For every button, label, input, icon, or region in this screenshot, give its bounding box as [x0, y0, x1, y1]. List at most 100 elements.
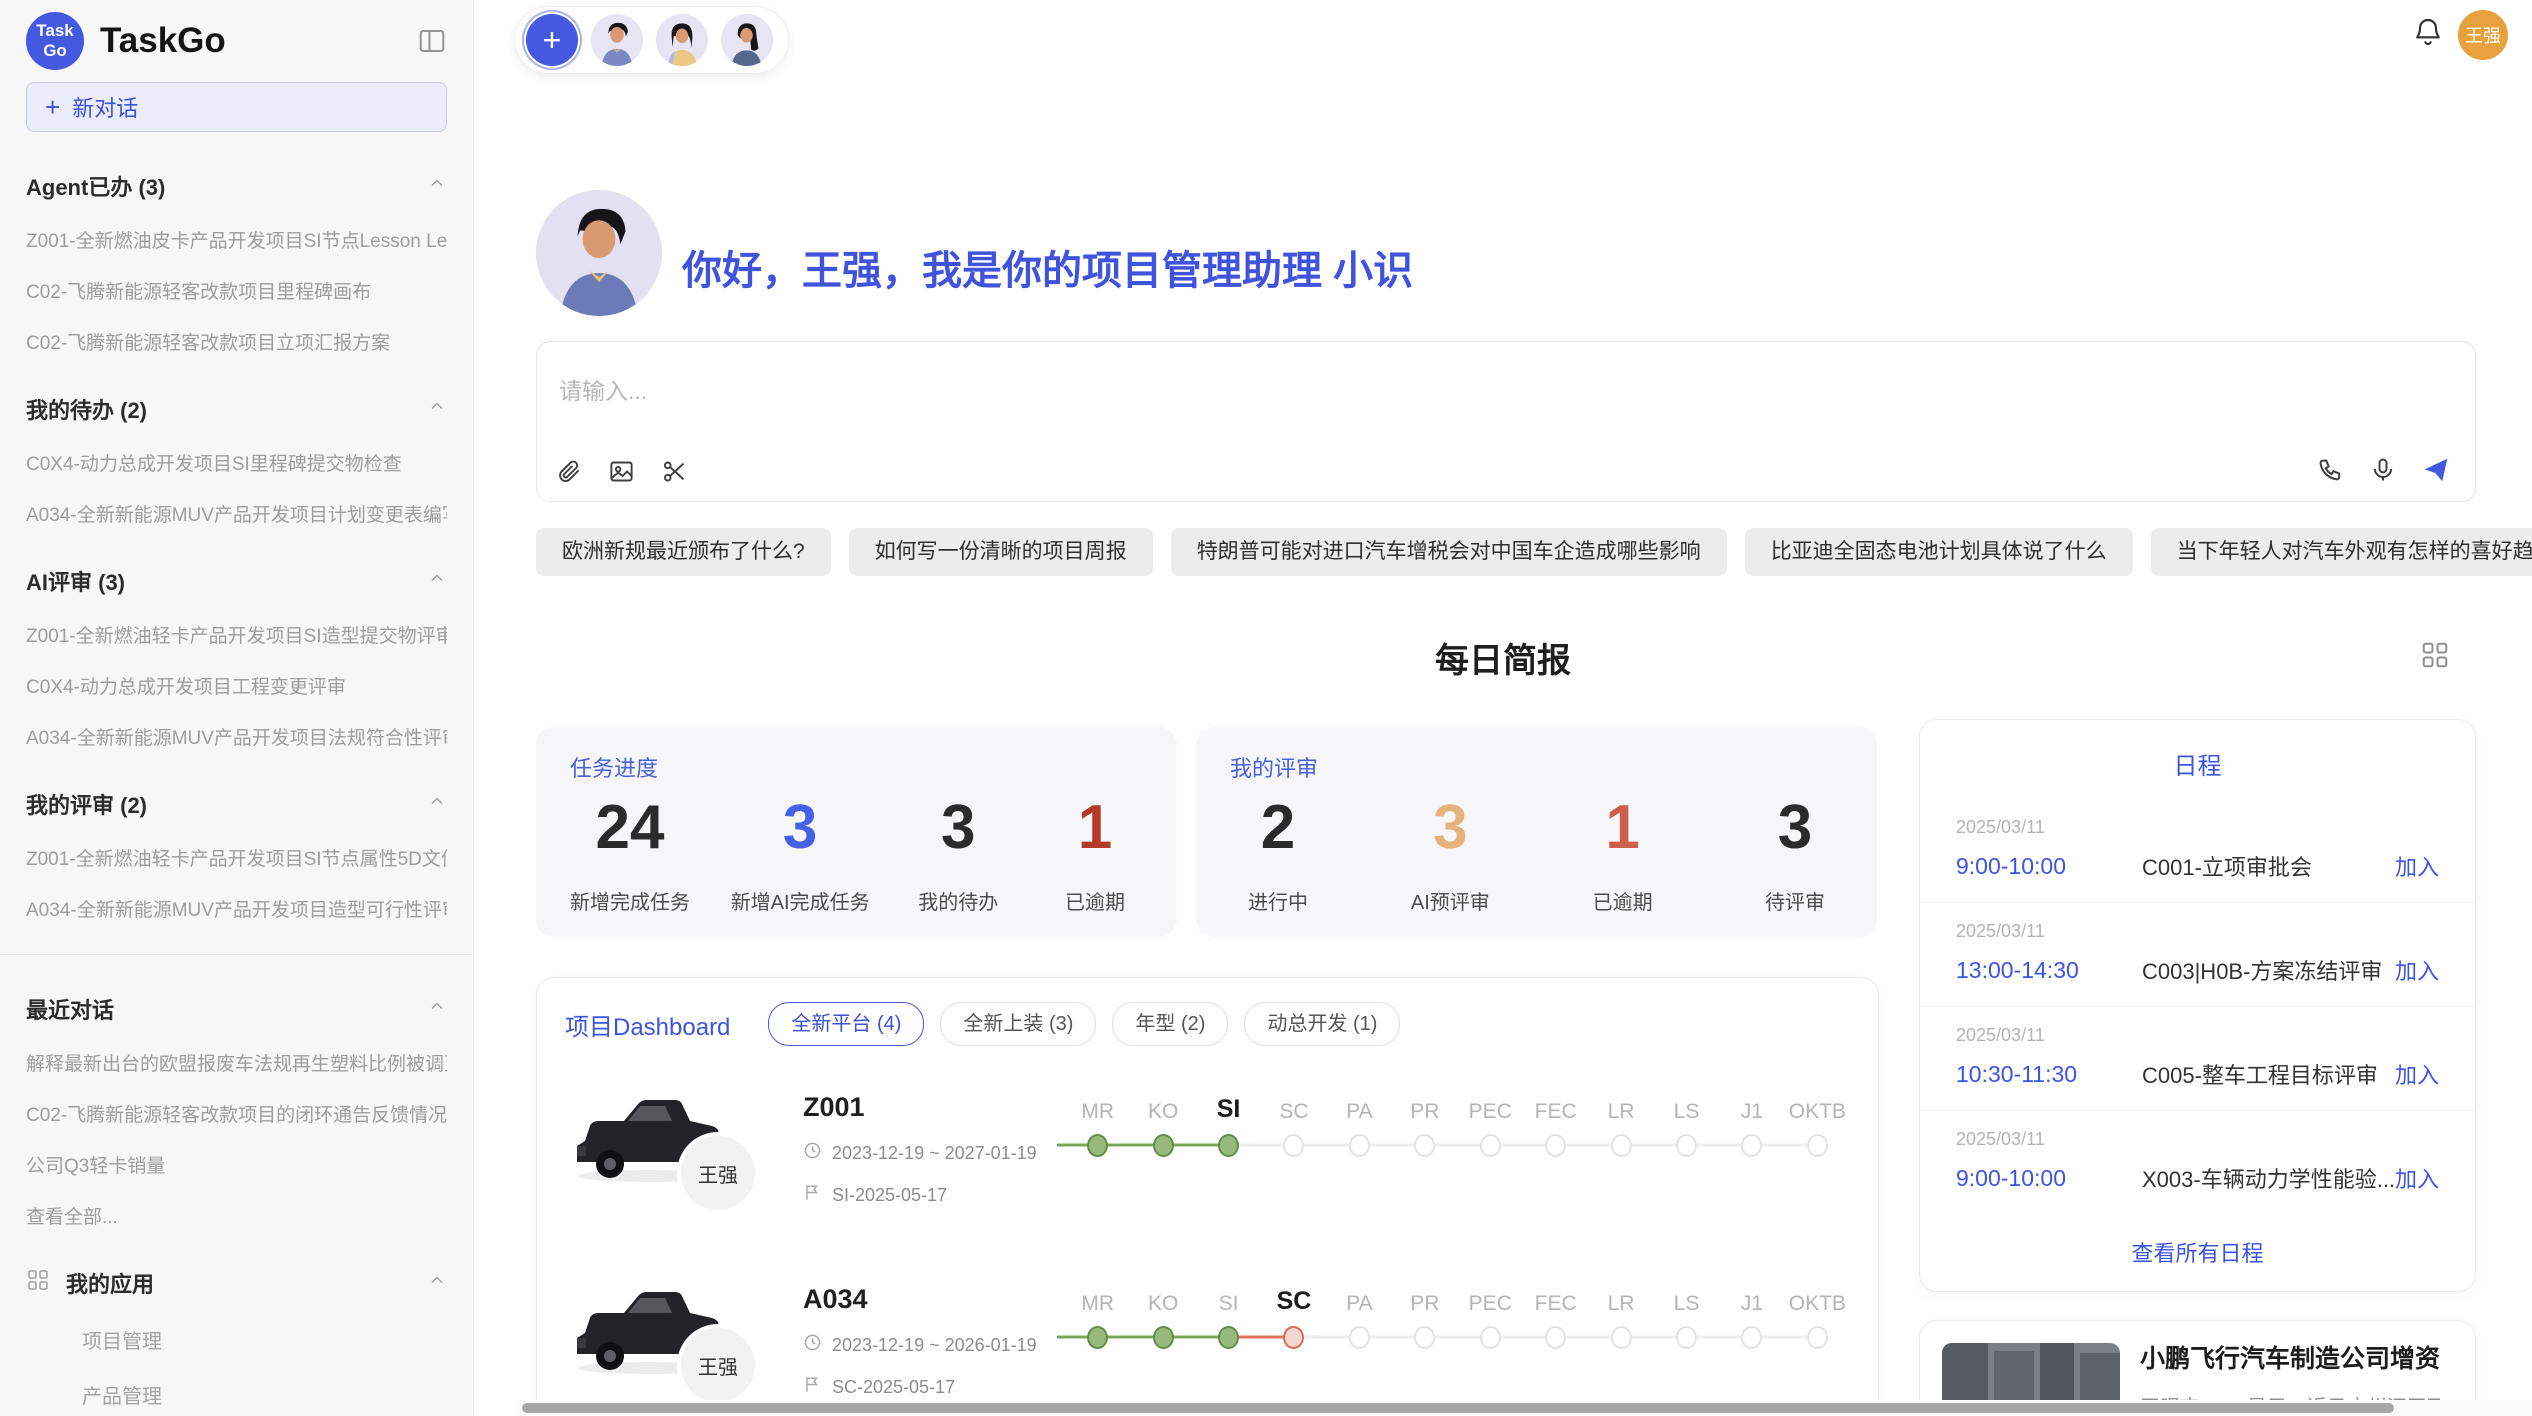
milestone-dot[interactable] [1283, 1326, 1304, 1349]
dashboard-filter[interactable]: 全新上装 (3) [940, 1002, 1096, 1046]
daily-briefing-title: 每日简报 [474, 633, 2532, 682]
section-header[interactable]: Agent已办 (3) [26, 170, 447, 202]
milestone-dot[interactable] [1283, 1134, 1304, 1157]
milestone-dot[interactable] [1218, 1326, 1239, 1349]
my-apps-header[interactable]: 我的应用 [26, 1267, 447, 1299]
milestone-dot[interactable] [1414, 1134, 1435, 1157]
milestone-dot[interactable] [1741, 1134, 1762, 1157]
conversation-item[interactable]: A034-全新新能源MUV产品开发项目造型可行性评审 [26, 895, 447, 922]
stat-label: 新增AI完成任务 [731, 886, 870, 915]
recent-header[interactable]: 最近对话 [26, 993, 447, 1025]
conversation-item[interactable]: C0X4-动力总成开发项目工程变更评审 [26, 672, 447, 699]
section-header[interactable]: 我的评审 (2) [26, 788, 447, 820]
conversation-item[interactable]: C02-飞腾新能源轻客改款项目里程碑画布 [26, 277, 447, 304]
conversation-item[interactable]: Z001-全新燃油轻卡产品开发项目SI造型提交物评审 [26, 621, 447, 648]
milestone-dot[interactable] [1153, 1134, 1174, 1157]
chat-input[interactable]: 请输入... [536, 341, 2476, 502]
milestone-dot[interactable] [1611, 1134, 1632, 1157]
milestone-dot[interactable] [1218, 1134, 1239, 1157]
sidebar-divider [0, 954, 473, 955]
suggestion-chip[interactable]: 当下年轻人对汽车外观有怎样的喜好趋势 [2151, 528, 2532, 576]
recent-item[interactable]: C02-飞腾新能源轻客改款项目的闭环通告反馈情况 [26, 1100, 447, 1127]
dashboard-header: 项目Dashboard 全新平台 (4)全新上装 (3)年型 (2)动总开发 (… [565, 1002, 1850, 1046]
conversation-item[interactable]: C02-飞腾新能源轻客改款项目立项汇报方案 [26, 328, 447, 355]
milestone-step: LR [1588, 1282, 1653, 1358]
dashboard-filter[interactable]: 动总开发 (1) [1244, 1002, 1400, 1046]
milestone-step: LS [1654, 1282, 1719, 1358]
project-row[interactable]: 王强Z0012023-12-19 ~ 2027-01-19SI-2025-05-… [565, 1088, 1850, 1238]
recent-item[interactable]: 解释最新出台的欧盟报废车法规再生塑料比例被调至15%... [26, 1049, 447, 1076]
scissors-icon[interactable] [661, 458, 688, 485]
image-icon[interactable] [608, 458, 635, 485]
recent-item[interactable]: 查看全部... [26, 1202, 447, 1229]
milestone-dot[interactable] [1545, 1326, 1566, 1349]
join-link[interactable]: 加入 [2395, 1162, 2439, 1194]
milestone-label: SI [1217, 1090, 1241, 1124]
sidebar-collapse-icon[interactable] [417, 26, 447, 56]
notifications-bell-icon[interactable] [2412, 16, 2444, 53]
join-link[interactable]: 加入 [2395, 1058, 2439, 1090]
suggestion-chip[interactable]: 比亚迪全固态电池计划具体说了什么 [1745, 528, 2133, 576]
conversation-item[interactable]: Z001-全新燃油皮卡产品开发项目SI节点Lesson Learn报告 [26, 226, 447, 253]
milestone-dot[interactable] [1676, 1326, 1697, 1349]
microphone-icon[interactable] [2369, 456, 2397, 484]
section-header[interactable]: AI评审 (3) [26, 565, 447, 597]
join-link[interactable]: 加入 [2395, 954, 2439, 986]
project-row[interactable]: 王强A0342023-12-19 ~ 2026-01-19SC-2025-05-… [565, 1280, 1850, 1416]
clock-icon [803, 1141, 822, 1165]
conversation-item[interactable]: C0X4-动力总成开发项目SI里程碑提交物检查 [26, 449, 447, 476]
conversation-item[interactable]: A034-全新新能源MUV产品开发项目法规符合性评审 [26, 723, 447, 750]
milestone-dot[interactable] [1087, 1326, 1108, 1349]
milestone-dot[interactable] [1741, 1326, 1762, 1349]
suggestion-chip[interactable]: 如何写一份清晰的项目周报 [849, 528, 1153, 576]
milestone-dot[interactable] [1807, 1134, 1828, 1157]
attach-icon[interactable] [555, 458, 582, 485]
milestone-dot[interactable] [1087, 1134, 1108, 1157]
project-flag-text: SI-2025-05-17 [832, 1185, 947, 1206]
new-chat-button[interactable]: + 新对话 [26, 82, 447, 132]
milestone-dot[interactable] [1807, 1326, 1828, 1349]
sidebar-sections: Agent已办 (3) Z001-全新燃油皮卡产品开发项目SI节点Lesson L… [26, 170, 447, 922]
app-item[interactable]: 产品管理 [26, 1380, 447, 1409]
project-code: Z001 [803, 1092, 1065, 1123]
milestone-dot[interactable] [1676, 1134, 1697, 1157]
send-icon[interactable] [2421, 455, 2451, 485]
milestone-step: PA [1327, 1090, 1392, 1166]
assistant-avatar-2[interactable] [656, 14, 708, 66]
conversation-item[interactable]: A034-全新新能源MUV产品开发项目计划变更表编写 [26, 500, 447, 527]
app-item[interactable]: 项目管理 [26, 1325, 447, 1354]
milestone-step: PR [1392, 1090, 1457, 1166]
layout-grid-icon[interactable] [2420, 640, 2450, 670]
join-link[interactable]: 加入 [2395, 850, 2439, 882]
stat: 3AI预评审 [1402, 795, 1498, 915]
assistant-avatar-1[interactable] [591, 14, 643, 66]
recent-item[interactable]: 公司Q3轻卡销量 [26, 1151, 447, 1178]
scrollbar-thumb[interactable] [522, 1403, 2394, 1413]
apps-grid-icon [26, 1268, 50, 1298]
assistant-avatar-3[interactable] [721, 14, 773, 66]
milestone-dot[interactable] [1480, 1326, 1501, 1349]
clock-icon [803, 1333, 822, 1357]
conversation-item[interactable]: Z001-全新燃油轻卡产品开发项目SI节点属性5D文件评审 [26, 844, 447, 871]
milestone-dot[interactable] [1153, 1326, 1174, 1349]
app-window: Task Go TaskGo + 新对话 Agent已办 (3)Z001-全新燃… [0, 0, 2532, 1416]
stat: 24新增完成任务 [570, 795, 690, 915]
section-header[interactable]: 我的待办 (2) [26, 393, 447, 425]
milestone-label: J1 [1741, 1282, 1763, 1316]
new-chat-label: 新对话 [72, 91, 138, 123]
milestone-dot[interactable] [1480, 1134, 1501, 1157]
milestone-dot[interactable] [1349, 1326, 1370, 1349]
add-assistant-button[interactable]: + [526, 14, 578, 66]
milestone-dot[interactable] [1545, 1134, 1566, 1157]
stat-card: 我的评审2进行中3AI预评审1已逾期3待评审 [1196, 727, 1877, 937]
dashboard-filter[interactable]: 年型 (2) [1112, 1002, 1228, 1046]
phone-icon[interactable] [2317, 456, 2345, 484]
milestone-dot[interactable] [1414, 1326, 1435, 1349]
milestone-dot[interactable] [1349, 1134, 1370, 1157]
view-all-schedule-link[interactable]: 查看所有日程 [1920, 1236, 2475, 1268]
dashboard-filter[interactable]: 全新平台 (4) [768, 1002, 924, 1046]
user-avatar[interactable]: 王强 [2458, 10, 2508, 60]
suggestion-chip[interactable]: 欧洲新规最近颁布了什么? [536, 528, 831, 576]
milestone-dot[interactable] [1611, 1326, 1632, 1349]
suggestion-chip[interactable]: 特朗普可能对进口汽车增税会对中国车企造成哪些影响 [1171, 528, 1727, 576]
